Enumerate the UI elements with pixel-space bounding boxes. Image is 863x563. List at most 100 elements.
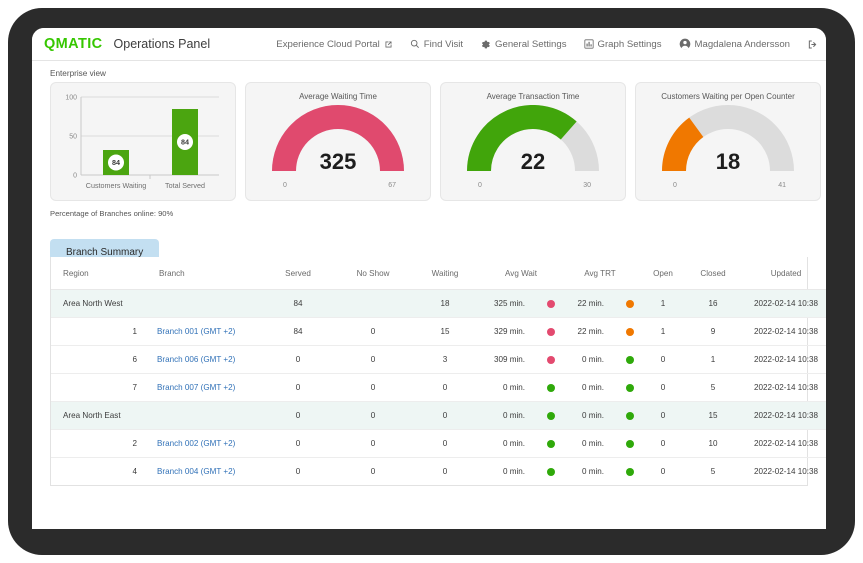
experience-cloud-portal-label: Experience Cloud Portal — [276, 38, 380, 50]
gauge-min-2: 0 — [673, 182, 677, 189]
logout-button[interactable] — [807, 39, 818, 50]
cell-served: 0 — [259, 345, 337, 374]
cell-no-show: 0 — [370, 467, 376, 476]
cell-avg-trt: 0 min. — [561, 401, 639, 430]
col-branch: Branch — [147, 257, 259, 290]
cell-avg-wait: 0 min. — [481, 401, 561, 430]
cell-served: 84 — [259, 317, 337, 346]
general-settings-button[interactable]: General Settings — [480, 38, 567, 50]
screen-content: QMATIC Operations Panel Experience Cloud… — [32, 28, 826, 529]
cell-no-show: 0 — [337, 373, 409, 402]
cell-open: 0 — [639, 401, 687, 430]
branch-summary-table: Region Branch Served No Show Waiting Avg… — [51, 257, 826, 485]
cell-region-number: 1 — [51, 317, 147, 346]
cell-avg-wait: 325 min. — [481, 289, 561, 318]
avg-trt-text: 0 min. — [581, 383, 604, 392]
cell-closed: 9 — [687, 317, 739, 346]
ytick-0: 0 — [73, 173, 77, 180]
gauge-value-1: 22 — [520, 149, 546, 174]
avg-wait-text: 329 min. — [493, 327, 525, 336]
branch-summary-table-wrapper: Region Branch Served No Show Waiting Avg… — [50, 257, 826, 486]
avg-wait-text: 0 min. — [502, 411, 525, 420]
branch-link[interactable]: Branch 002 (GMT +2) — [157, 439, 235, 448]
cell-open: 0 — [660, 467, 666, 476]
cell-open: 0 — [639, 345, 687, 374]
branch-link[interactable]: Branch 001 (GMT +2) — [157, 327, 235, 336]
gauge-title-1: Average Transaction Time — [486, 92, 580, 101]
avg-trt-dot — [626, 383, 634, 392]
cell-waiting: 3 — [409, 345, 481, 374]
user-menu[interactable]: Magdalena Andersson — [679, 38, 790, 50]
cell-updated: 2022-02-14 10:38 — [739, 373, 826, 402]
gear-icon — [480, 39, 491, 50]
branch-link[interactable]: Branch 007 (GMT +2) — [157, 383, 235, 392]
app-header: QMATIC Operations Panel Experience Cloud… — [32, 28, 826, 61]
cell-avg-wait: 0 min. — [481, 458, 561, 486]
cell-region-number: 4 — [132, 467, 137, 476]
enterprise-bar-chart: 100 50 0 84 84 Customers Waiting Total S… — [65, 95, 219, 190]
gauge-max-1: 30 — [583, 182, 591, 189]
graph-settings-label: Graph Settings — [597, 38, 662, 50]
cell-avg-wait: 329 min. — [481, 317, 561, 346]
cell-updated: 2022-02-14 10:38 — [739, 429, 826, 458]
branch-link[interactable]: Branch 006 (GMT +2) — [157, 355, 235, 364]
branch-link[interactable]: Branch 004 (GMT +2) — [157, 467, 235, 476]
average-waiting-time-widget: Average Waiting Time 325 0 67 — [245, 82, 431, 201]
find-visit-button[interactable]: Find Visit — [410, 39, 463, 50]
col-updated: Updated — [739, 257, 826, 290]
avg-wait-dot — [547, 383, 555, 392]
cell-no-show: 0 — [337, 345, 409, 374]
cell-updated: 2022-02-14 10:38 — [754, 467, 818, 476]
search-icon — [410, 39, 420, 49]
graph-settings-button[interactable]: Graph Settings — [583, 38, 662, 50]
experience-cloud-portal-link[interactable]: Experience Cloud Portal — [276, 39, 392, 50]
avg-trt-text: 0 min. — [581, 355, 604, 364]
bar-label-1: 84 — [181, 138, 189, 147]
col-closed: Closed — [687, 257, 739, 290]
cell-open: 0 — [639, 429, 687, 458]
avg-trt-text: 22 min. — [577, 299, 604, 308]
category-label-0: Customers Waiting — [86, 181, 146, 190]
cell-region-number: 6 — [51, 345, 147, 374]
avg-trt-dot — [626, 355, 634, 364]
table-header-row: Region Branch Served No Show Waiting Avg… — [51, 257, 826, 290]
avg-trt-dot — [626, 467, 634, 476]
cell-region-name: Area North West — [51, 289, 147, 318]
cell-branch: Branch 007 (GMT +2) — [147, 373, 259, 402]
general-settings-label: General Settings — [495, 38, 567, 50]
cell-served: 0 — [259, 373, 337, 402]
percentage-branches-online: Percentage of Branches online: 90% — [50, 209, 174, 218]
user-avatar-icon — [679, 38, 691, 50]
avg-wait-dot — [547, 327, 555, 336]
cell-open: 1 — [639, 289, 687, 318]
avg-trt-text: 22 min. — [577, 327, 604, 336]
cell-waiting: 18 — [409, 289, 481, 318]
page-title: Operations Panel — [113, 37, 211, 51]
cell-open: 1 — [639, 317, 687, 346]
cell-avg-wait: 0 min. — [481, 373, 561, 402]
cell-waiting: 0 — [409, 401, 481, 430]
cell-region-number: 7 — [51, 373, 147, 402]
gauge-value-2: 18 — [715, 149, 741, 174]
cell-avg-trt: 22 min. — [561, 289, 639, 318]
col-waiting: Waiting — [409, 257, 481, 290]
cell-updated: 2022-02-14 10:38 — [739, 345, 826, 374]
cell-closed: 10 — [687, 429, 739, 458]
avg-wait-dot — [547, 355, 555, 364]
cell-branch — [147, 289, 259, 318]
avg-trt-dot — [626, 327, 634, 336]
dashboard-body: Enterprise view 100 50 0 84 84 Customers… — [32, 61, 826, 529]
user-name-label: Magdalena Andersson — [694, 38, 790, 50]
avg-wait-text: 309 min. — [493, 355, 525, 364]
avg-wait-text: 0 min. — [502, 467, 525, 476]
cell-closed: 5 — [687, 373, 739, 402]
cell-closed: 5 — [710, 467, 716, 476]
avg-wait-text: 0 min. — [502, 383, 525, 392]
avg-wait-dot — [547, 299, 555, 308]
table-row-branch: 2 Branch 002 (GMT +2) 0 0 0 0 min. 0 min. 0 10 20… — [51, 429, 826, 458]
cell-branch — [147, 401, 259, 430]
avg-wait-dot — [547, 467, 555, 476]
cell-served: 0 — [259, 401, 337, 430]
table-body: Area North West 84 18 325 min. 22 min. 1 16 202… — [51, 289, 826, 486]
bar-label-0: 84 — [112, 158, 120, 167]
